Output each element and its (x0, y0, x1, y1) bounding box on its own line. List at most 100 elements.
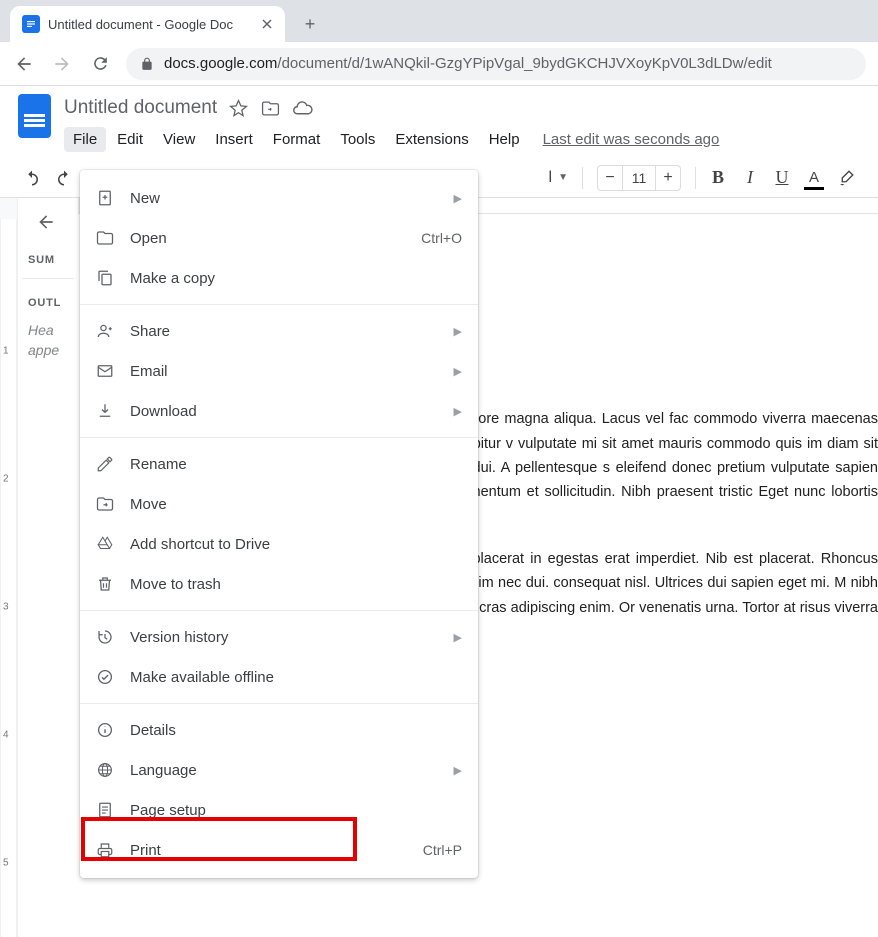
file-menu-dropdown: New▶OpenCtrl+OMake a copyShare▶Email▶Dow… (80, 170, 478, 878)
summary-heading: SUM (22, 254, 74, 279)
menu-item-label: Move to trash (130, 576, 462, 593)
file-menu-share[interactable]: Share ▶ (80, 311, 478, 351)
chevron-right-icon: ▶ (454, 192, 462, 205)
file-menu-open[interactable]: OpenCtrl+O (80, 218, 478, 258)
underline-button[interactable]: U (768, 164, 796, 192)
menu-bar: File Edit View Insert Format Tools Exten… (64, 124, 864, 154)
font-size-increase[interactable]: + (656, 169, 680, 187)
docs-logo[interactable] (14, 94, 54, 146)
chevron-right-icon: ▶ (454, 325, 462, 338)
highlight-color-button[interactable] (832, 164, 860, 192)
download-icon (96, 402, 124, 420)
file-menu-language[interactable]: Language ▶ (80, 750, 478, 790)
menu-item-label: Rename (130, 456, 462, 473)
menu-item-label: Share (130, 323, 446, 340)
docs-header: Untitled document File Edit View Insert … (0, 86, 878, 158)
menu-view[interactable]: View (154, 127, 204, 152)
mail-icon (96, 362, 124, 380)
menu-format[interactable]: Format (264, 127, 330, 152)
browser-url-bar[interactable]: docs.google.com/document/d/1wANQkil-GzgY… (126, 48, 866, 80)
browser-address-bar-row: docs.google.com/document/d/1wANQkil-GzgY… (0, 42, 878, 86)
menu-insert[interactable]: Insert (206, 127, 262, 152)
chevron-right-icon: ▶ (454, 405, 462, 418)
menu-item-label: Details (130, 722, 462, 739)
menu-item-label: Email (130, 363, 446, 380)
menu-item-label: Make a copy (130, 270, 462, 287)
file-menu-new[interactable]: New ▶ (80, 178, 478, 218)
menu-item-label: Move (130, 496, 462, 513)
menu-edit[interactable]: Edit (108, 127, 152, 152)
new-tab-button[interactable]: + (295, 9, 325, 39)
page-icon (96, 801, 124, 819)
menu-item-label: Download (130, 403, 446, 420)
file-menu-email[interactable]: Email ▶ (80, 351, 478, 391)
menu-tools[interactable]: Tools (331, 127, 384, 152)
globe-icon (96, 761, 124, 779)
move-to-folder-icon[interactable] (259, 97, 281, 119)
bold-button[interactable]: B (704, 164, 732, 192)
person-plus-icon (96, 322, 124, 340)
menu-item-label: Add shortcut to Drive (130, 536, 462, 553)
page-plus-icon (96, 189, 124, 207)
browser-back-button[interactable] (12, 52, 36, 76)
star-icon[interactable] (227, 97, 249, 119)
document-title[interactable]: Untitled document (64, 97, 217, 119)
file-menu-print[interactable]: PrintCtrl+P (80, 830, 478, 870)
redo-button[interactable] (50, 164, 78, 192)
menu-item-label: Version history (130, 629, 446, 646)
menu-item-label: New (130, 190, 446, 207)
file-menu-move-to-trash[interactable]: Move to trash (80, 564, 478, 604)
outline-collapse-button[interactable] (36, 212, 74, 232)
shortcut-hint: Ctrl+O (421, 230, 462, 246)
chevron-right-icon: ▶ (454, 764, 462, 777)
folder-icon (96, 229, 124, 247)
file-menu-add-shortcut-to-drive[interactable]: Add shortcut to Drive (80, 524, 478, 564)
font-size-control[interactable]: − 11 + (597, 165, 681, 191)
font-size-value[interactable]: 11 (622, 166, 656, 190)
file-menu-move[interactable]: Move (80, 484, 478, 524)
info-icon (96, 721, 124, 739)
menu-item-label: Make available offline (130, 669, 462, 686)
browser-reload-button[interactable] (88, 52, 112, 76)
menu-item-label: Page setup (130, 802, 462, 819)
tab-close-icon[interactable] (261, 18, 273, 30)
shortcut-hint: Ctrl+P (423, 842, 462, 858)
move-icon (96, 495, 124, 513)
menu-item-label: Print (130, 842, 423, 859)
menu-file[interactable]: File (64, 127, 106, 152)
print-icon (96, 841, 124, 859)
docs-favicon (22, 15, 40, 33)
outline-placeholder: Hea appe (22, 321, 74, 360)
font-size-decrease[interactable]: − (598, 169, 622, 187)
browser-tab[interactable]: Untitled document - Google Doc (10, 6, 285, 42)
menu-item-label: Open (130, 230, 421, 247)
file-menu-make-a-copy[interactable]: Make a copy (80, 258, 478, 298)
text-color-button[interactable]: A (800, 164, 828, 192)
file-menu-download[interactable]: Download ▶ (80, 391, 478, 431)
chevron-right-icon: ▶ (454, 631, 462, 644)
tab-title: Untitled document - Google Doc (48, 17, 253, 32)
cloud-status-icon[interactable] (291, 97, 313, 119)
file-menu-make-available-offline[interactable]: Make available offline (80, 657, 478, 697)
vertical-ruler[interactable]: 1 2 3 4 5 (0, 219, 17, 937)
italic-button[interactable]: I (736, 164, 764, 192)
menu-extensions[interactable]: Extensions (386, 127, 477, 152)
file-menu-page-setup[interactable]: Page setup (80, 790, 478, 830)
drive-shortcut-icon (96, 535, 124, 553)
browser-chrome: Untitled document - Google Doc + (0, 0, 878, 42)
file-menu-rename[interactable]: Rename (80, 444, 478, 484)
trash-icon (96, 575, 124, 593)
file-menu-version-history[interactable]: Version history ▶ (80, 617, 478, 657)
browser-forward-button[interactable] (50, 52, 74, 76)
menu-help[interactable]: Help (480, 127, 529, 152)
undo-button[interactable] (18, 164, 46, 192)
file-menu-details[interactable]: Details (80, 710, 478, 750)
last-edit-link[interactable]: Last edit was seconds ago (543, 131, 720, 148)
lock-icon (140, 57, 154, 71)
pencil-icon (96, 455, 124, 473)
menu-item-label: Language (130, 762, 446, 779)
font-family-dropdown[interactable]: l▼ (543, 169, 574, 187)
copy-icon (96, 269, 124, 287)
chevron-right-icon: ▶ (454, 365, 462, 378)
history-icon (96, 628, 124, 646)
